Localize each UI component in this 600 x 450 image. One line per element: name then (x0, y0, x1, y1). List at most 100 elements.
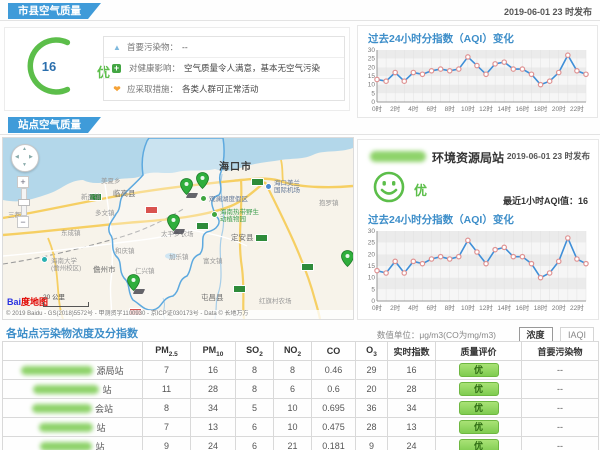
value-cell: 0.46 (312, 361, 356, 380)
svg-text:0: 0 (371, 99, 375, 106)
city-aqi-24h-chart: 0510152025300时2时4时6时8时10时12时14时16时18时20时… (362, 47, 592, 113)
recent-aqi-label: 最近1小时AQI值： (503, 196, 578, 206)
aqi-gauge: 16 优 (19, 34, 115, 102)
info-label: 对健康影响： (129, 62, 180, 74)
station-name-suffix: 站 (96, 421, 105, 434)
zoom-slider-handle[interactable] (18, 199, 30, 206)
map-label: 海口市 (219, 162, 252, 174)
pan-up-icon[interactable]: ▲ (22, 147, 27, 152)
station-chart-title: 过去24小时分指数（AQI）变化 (368, 212, 514, 227)
station-name-cell: 站 (3, 380, 143, 399)
map-pan-control[interactable]: ▲ ▼ ◀ ▶ (11, 144, 39, 172)
value-cell: 16 (191, 361, 236, 380)
road-badge-icon (255, 234, 268, 242)
station-name-cell: 站 (3, 418, 143, 437)
value-cell: 0.181 (312, 437, 356, 450)
value-cell: 28 (191, 380, 236, 399)
tab-station-air-quality: 站点空气质量 (8, 117, 101, 133)
value-cell: 0.6 (312, 380, 356, 399)
baidu-map[interactable]: 海口市海口美兰 国际机场观澜湖度假区海南热带野生 动植物园定安县富文镇加乐镇仁兴… (2, 137, 354, 320)
table-column-header (3, 342, 143, 361)
table-row: 站9246210.181924优-- (3, 437, 599, 450)
svg-text:4时: 4时 (408, 303, 419, 312)
value-cell: 8 (236, 380, 274, 399)
zoom-slider-track[interactable] (21, 188, 27, 216)
svg-text:25: 25 (368, 240, 376, 247)
table-column-header: SO2 (236, 342, 274, 361)
value-cell: 13 (191, 418, 236, 437)
table-row: 会站8345100.6953634优-- (3, 399, 599, 418)
station-name-suffix: 站 (95, 440, 104, 450)
divider (0, 20, 600, 21)
recent-aqi-value: 16 (578, 196, 588, 206)
svg-text:15: 15 (368, 73, 376, 80)
map-label: 儋州市 (93, 266, 116, 275)
value-cell: 16 (388, 361, 436, 380)
station-map-pin[interactable] (127, 274, 140, 291)
rating-cell: 优 (436, 437, 522, 450)
primary-pollutant-cell: -- (522, 399, 599, 418)
value-cell: 9 (143, 437, 191, 450)
rating-badge: 优 (459, 420, 499, 434)
aqi-info-box: ▲首要污染物：--+对健康影响：空气质量令人满意，基本无空气污染❤应采取措施：各… (103, 36, 345, 101)
rating-cell: 优 (436, 380, 522, 399)
pollutant-triangle-icon: ▲ (110, 43, 124, 52)
map-label: 东成镇 (61, 230, 81, 237)
svg-text:14时: 14时 (497, 303, 511, 312)
map-label: 屯昌县 (201, 294, 224, 303)
station-name-redacted (40, 442, 92, 450)
svg-text:30: 30 (368, 228, 376, 235)
road-badge-icon (251, 178, 264, 186)
pan-left-icon[interactable]: ◀ (15, 155, 19, 160)
value-cell: 10 (274, 418, 312, 437)
station-name-cell: 站 (3, 437, 143, 450)
svg-text:12时: 12时 (479, 104, 493, 113)
smiley-icon (372, 170, 406, 204)
rating-badge: 优 (459, 363, 499, 377)
station-map-pin[interactable] (341, 250, 354, 267)
pan-right-icon[interactable]: ▶ (29, 155, 33, 160)
road-badge-icon (301, 263, 314, 271)
map-scale-label: 20 公里 (43, 294, 65, 301)
value-cell: 34 (191, 399, 236, 418)
station-map-pin[interactable] (196, 172, 209, 189)
city-aqi-card: 16 优 ▲首要污染物：--+对健康影响：空气质量令人满意，基本无空气污染❤应采… (4, 27, 350, 111)
primary-pollutant-cell: -- (522, 437, 599, 450)
value-cell: 8 (274, 361, 312, 380)
road-badge-icon (233, 285, 246, 293)
station-name-inner: 源局站 (3, 364, 142, 377)
station-name-inner: 站 (3, 421, 142, 434)
zoom-out-button[interactable]: − (17, 216, 29, 228)
table-column-header: PM10 (191, 342, 236, 361)
value-cell: 10 (274, 399, 312, 418)
pan-down-icon[interactable]: ▼ (22, 163, 27, 168)
svg-text:4时: 4时 (408, 104, 419, 113)
baidu-logo: Bai度地图 (7, 295, 48, 308)
svg-text:22时: 22时 (570, 303, 584, 312)
info-label: 首要污染物： (127, 41, 178, 53)
table-row: 源局站716880.462916优-- (3, 361, 599, 380)
value-cell: 8 (143, 399, 191, 418)
table-column-header: CO (312, 342, 356, 361)
svg-text:6时: 6时 (426, 104, 437, 113)
value-cell: 34 (388, 399, 436, 418)
aqi-value: 16 (42, 59, 56, 74)
info-row: ❤应采取措施：各类人群可正常活动 (104, 79, 344, 99)
table-column-header: NO2 (274, 342, 312, 361)
svg-text:5: 5 (371, 90, 375, 97)
station-map-pin[interactable] (167, 214, 180, 231)
svg-text:14时: 14时 (497, 104, 511, 113)
map-label: 加乐镇 (169, 254, 189, 261)
measure-heart-icon: ❤ (110, 84, 124, 95)
svg-text:10: 10 (368, 82, 376, 89)
university-icon (41, 256, 48, 263)
zoo-icon (211, 211, 218, 218)
table-column-header: 首要污染物 (522, 342, 599, 361)
svg-text:0时: 0时 (372, 303, 383, 312)
zoom-in-button[interactable]: + (17, 176, 29, 188)
value-cell: 36 (356, 399, 388, 418)
road-badge-icon (196, 222, 209, 230)
unit-note: 数值单位：μg/m3(CO为mg/m3) (377, 329, 496, 341)
station-name-suffix: 会站 (95, 402, 113, 415)
station-map-pin[interactable] (180, 178, 193, 195)
